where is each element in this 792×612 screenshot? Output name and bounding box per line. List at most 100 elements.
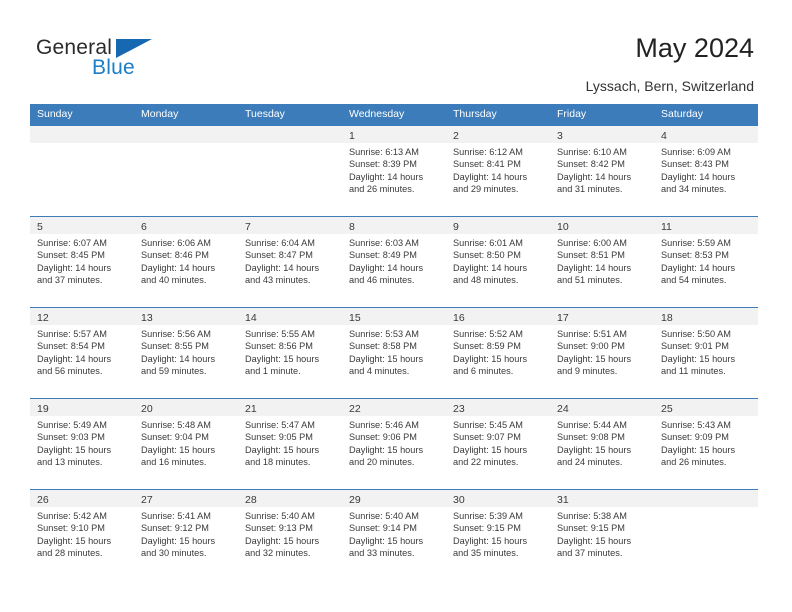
day-details: Sunrise: 5:59 AM Sunset: 8:53 PM Dayligh… (654, 234, 758, 286)
day-number: 27 (141, 494, 153, 506)
calendar-day-cell[interactable]: 18 Sunrise: 5:50 AM Sunset: 9:01 PM Dayl… (654, 308, 758, 398)
calendar-day-cell[interactable]: 11 Sunrise: 5:59 AM Sunset: 8:53 PM Dayl… (654, 217, 758, 307)
sunset-text: Sunset: 9:12 PM (141, 523, 209, 534)
calendar-week-row: 5 Sunrise: 6:07 AM Sunset: 8:45 PM Dayli… (30, 216, 758, 307)
calendar-day-cell[interactable]: 31 Sunrise: 5:38 AM Sunset: 9:15 PM Dayl… (550, 490, 654, 580)
calendar-day-cell[interactable]: 25 Sunrise: 5:43 AM Sunset: 9:09 PM Dayl… (654, 399, 758, 489)
calendar-day-cell[interactable]: 9 Sunrise: 6:01 AM Sunset: 8:50 PM Dayli… (446, 217, 550, 307)
calendar-day-cell[interactable]: 19 Sunrise: 5:49 AM Sunset: 9:03 PM Dayl… (30, 399, 134, 489)
sunset-text: Sunset: 8:42 PM (557, 159, 625, 170)
sunset-text: Sunset: 8:46 PM (141, 250, 209, 261)
day-details: Sunrise: 6:04 AM Sunset: 8:47 PM Dayligh… (238, 234, 342, 286)
calendar-day-cell[interactable]: 20 Sunrise: 5:48 AM Sunset: 9:04 PM Dayl… (134, 399, 238, 489)
day-details: Sunrise: 5:53 AM Sunset: 8:58 PM Dayligh… (342, 325, 446, 377)
day-number-bar: 25 (654, 399, 758, 416)
calendar-day-cell[interactable]: 26 Sunrise: 5:42 AM Sunset: 9:10 PM Dayl… (30, 490, 134, 580)
day-number-bar: 4 (654, 126, 758, 143)
calendar-day-cell[interactable]: 2 Sunrise: 6:12 AM Sunset: 8:41 PM Dayli… (446, 126, 550, 216)
day-number: 30 (453, 494, 465, 506)
day-number: 28 (245, 494, 257, 506)
sunset-text: Sunset: 9:14 PM (349, 523, 417, 534)
calendar-day-cell[interactable]: 3 Sunrise: 6:10 AM Sunset: 8:42 PM Dayli… (550, 126, 654, 216)
calendar-day-cell[interactable]: 6 Sunrise: 6:06 AM Sunset: 8:46 PM Dayli… (134, 217, 238, 307)
calendar-day-cell[interactable]: 10 Sunrise: 6:00 AM Sunset: 8:51 PM Dayl… (550, 217, 654, 307)
calendar-week-row: 12 Sunrise: 5:57 AM Sunset: 8:54 PM Dayl… (30, 307, 758, 398)
day-details: Sunrise: 5:57 AM Sunset: 8:54 PM Dayligh… (30, 325, 134, 377)
calendar-day-cell[interactable]: 13 Sunrise: 5:56 AM Sunset: 8:55 PM Dayl… (134, 308, 238, 398)
daylight-text-line2: and 30 minutes. (141, 547, 207, 558)
calendar-day-cell[interactable]: 29 Sunrise: 5:40 AM Sunset: 9:14 PM Dayl… (342, 490, 446, 580)
general-blue-logo[interactable]: General Blue (36, 36, 236, 86)
daylight-text-line2: and 11 minutes. (661, 365, 726, 376)
day-number: 6 (141, 221, 147, 233)
daylight-text-line1: Daylight: 15 hours (37, 535, 112, 546)
daylight-text-line2: and 35 minutes. (453, 547, 519, 558)
sunset-text: Sunset: 9:05 PM (245, 432, 313, 443)
daylight-text-line2: and 1 minute. (245, 365, 301, 376)
calendar-page: General Blue May 2024 Lyssach, Bern, Swi… (0, 0, 792, 612)
calendar-day-cell[interactable]: 30 Sunrise: 5:39 AM Sunset: 9:15 PM Dayl… (446, 490, 550, 580)
daylight-text-line2: and 6 minutes. (453, 365, 514, 376)
calendar-day-cell[interactable]: 14 Sunrise: 5:55 AM Sunset: 8:56 PM Dayl… (238, 308, 342, 398)
day-number: 3 (557, 130, 563, 142)
sunrise-text: Sunrise: 6:04 AM (245, 238, 315, 248)
sunrise-text: Sunrise: 6:13 AM (349, 147, 419, 157)
day-details: Sunrise: 6:03 AM Sunset: 8:49 PM Dayligh… (342, 234, 446, 286)
calendar-day-cell[interactable]: 23 Sunrise: 5:45 AM Sunset: 9:07 PM Dayl… (446, 399, 550, 489)
day-number-bar: 3 (550, 126, 654, 143)
calendar-day-cell[interactable]: 24 Sunrise: 5:44 AM Sunset: 9:08 PM Dayl… (550, 399, 654, 489)
day-details: Sunrise: 5:46 AM Sunset: 9:06 PM Dayligh… (342, 416, 446, 468)
sunrise-text: Sunrise: 6:00 AM (557, 238, 627, 248)
daylight-text-line1: Daylight: 15 hours (661, 444, 736, 455)
sunset-text: Sunset: 8:55 PM (141, 341, 209, 352)
day-details: Sunrise: 5:44 AM Sunset: 9:08 PM Dayligh… (550, 416, 654, 468)
daylight-text-line1: Daylight: 15 hours (37, 444, 112, 455)
daylight-text-line2: and 4 minutes. (349, 365, 410, 376)
calendar-day-cell[interactable]: 21 Sunrise: 5:47 AM Sunset: 9:05 PM Dayl… (238, 399, 342, 489)
day-details: Sunrise: 6:01 AM Sunset: 8:50 PM Dayligh… (446, 234, 550, 286)
sunset-text: Sunset: 8:41 PM (453, 159, 521, 170)
calendar-day-cell[interactable]: 16 Sunrise: 5:52 AM Sunset: 8:59 PM Dayl… (446, 308, 550, 398)
day-number-bar (30, 126, 134, 143)
calendar-day-cell[interactable]: 12 Sunrise: 5:57 AM Sunset: 8:54 PM Dayl… (30, 308, 134, 398)
daylight-text-line1: Daylight: 15 hours (245, 444, 320, 455)
sunrise-text: Sunrise: 5:57 AM (37, 329, 107, 339)
day-details: Sunrise: 5:41 AM Sunset: 9:12 PM Dayligh… (134, 507, 238, 559)
day-number-bar (238, 126, 342, 143)
day-number-bar: 28 (238, 490, 342, 507)
daylight-text-line1: Daylight: 14 hours (141, 262, 216, 273)
calendar-day-cell[interactable]: 28 Sunrise: 5:40 AM Sunset: 9:13 PM Dayl… (238, 490, 342, 580)
calendar-day-cell[interactable]: 7 Sunrise: 6:04 AM Sunset: 8:47 PM Dayli… (238, 217, 342, 307)
daylight-text-line2: and 9 minutes. (557, 365, 618, 376)
day-number-bar: 15 (342, 308, 446, 325)
calendar-week-row: 1 Sunrise: 6:13 AM Sunset: 8:39 PM Dayli… (30, 125, 758, 216)
weekday-header-row: Sunday Monday Tuesday Wednesday Thursday… (30, 104, 758, 125)
day-details: Sunrise: 5:52 AM Sunset: 8:59 PM Dayligh… (446, 325, 550, 377)
calendar-day-cell[interactable]: 5 Sunrise: 6:07 AM Sunset: 8:45 PM Dayli… (30, 217, 134, 307)
sunset-text: Sunset: 8:50 PM (453, 250, 521, 261)
day-number: 9 (453, 221, 459, 233)
calendar-day-cell[interactable]: 17 Sunrise: 5:51 AM Sunset: 9:00 PM Dayl… (550, 308, 654, 398)
calendar-day-cell[interactable]: 22 Sunrise: 5:46 AM Sunset: 9:06 PM Dayl… (342, 399, 446, 489)
sunrise-text: Sunrise: 5:44 AM (557, 420, 627, 430)
day-number: 2 (453, 130, 459, 142)
calendar-day-cell[interactable]: 8 Sunrise: 6:03 AM Sunset: 8:49 PM Dayli… (342, 217, 446, 307)
calendar-day-cell[interactable]: 15 Sunrise: 5:53 AM Sunset: 8:58 PM Dayl… (342, 308, 446, 398)
day-number-bar: 24 (550, 399, 654, 416)
sunrise-text: Sunrise: 5:50 AM (661, 329, 731, 339)
sunset-text: Sunset: 9:00 PM (557, 341, 625, 352)
sunrise-text: Sunrise: 5:53 AM (349, 329, 419, 339)
calendar-day-cell[interactable]: 4 Sunrise: 6:09 AM Sunset: 8:43 PM Dayli… (654, 126, 758, 216)
daylight-text-line2: and 31 minutes. (557, 183, 623, 194)
sunrise-text: Sunrise: 6:01 AM (453, 238, 523, 248)
day-number-bar: 11 (654, 217, 758, 234)
calendar-day-cell[interactable]: 1 Sunrise: 6:13 AM Sunset: 8:39 PM Dayli… (342, 126, 446, 216)
day-number: 13 (141, 312, 153, 324)
sunrise-text: Sunrise: 6:10 AM (557, 147, 627, 157)
calendar-day-cell[interactable]: 27 Sunrise: 5:41 AM Sunset: 9:12 PM Dayl… (134, 490, 238, 580)
daylight-text-line2: and 13 minutes. (37, 456, 103, 467)
day-details: Sunrise: 6:09 AM Sunset: 8:43 PM Dayligh… (654, 143, 758, 195)
daylight-text-line1: Daylight: 15 hours (453, 353, 528, 364)
daylight-text-line2: and 46 minutes. (349, 274, 415, 285)
daylight-text-line1: Daylight: 15 hours (245, 353, 320, 364)
